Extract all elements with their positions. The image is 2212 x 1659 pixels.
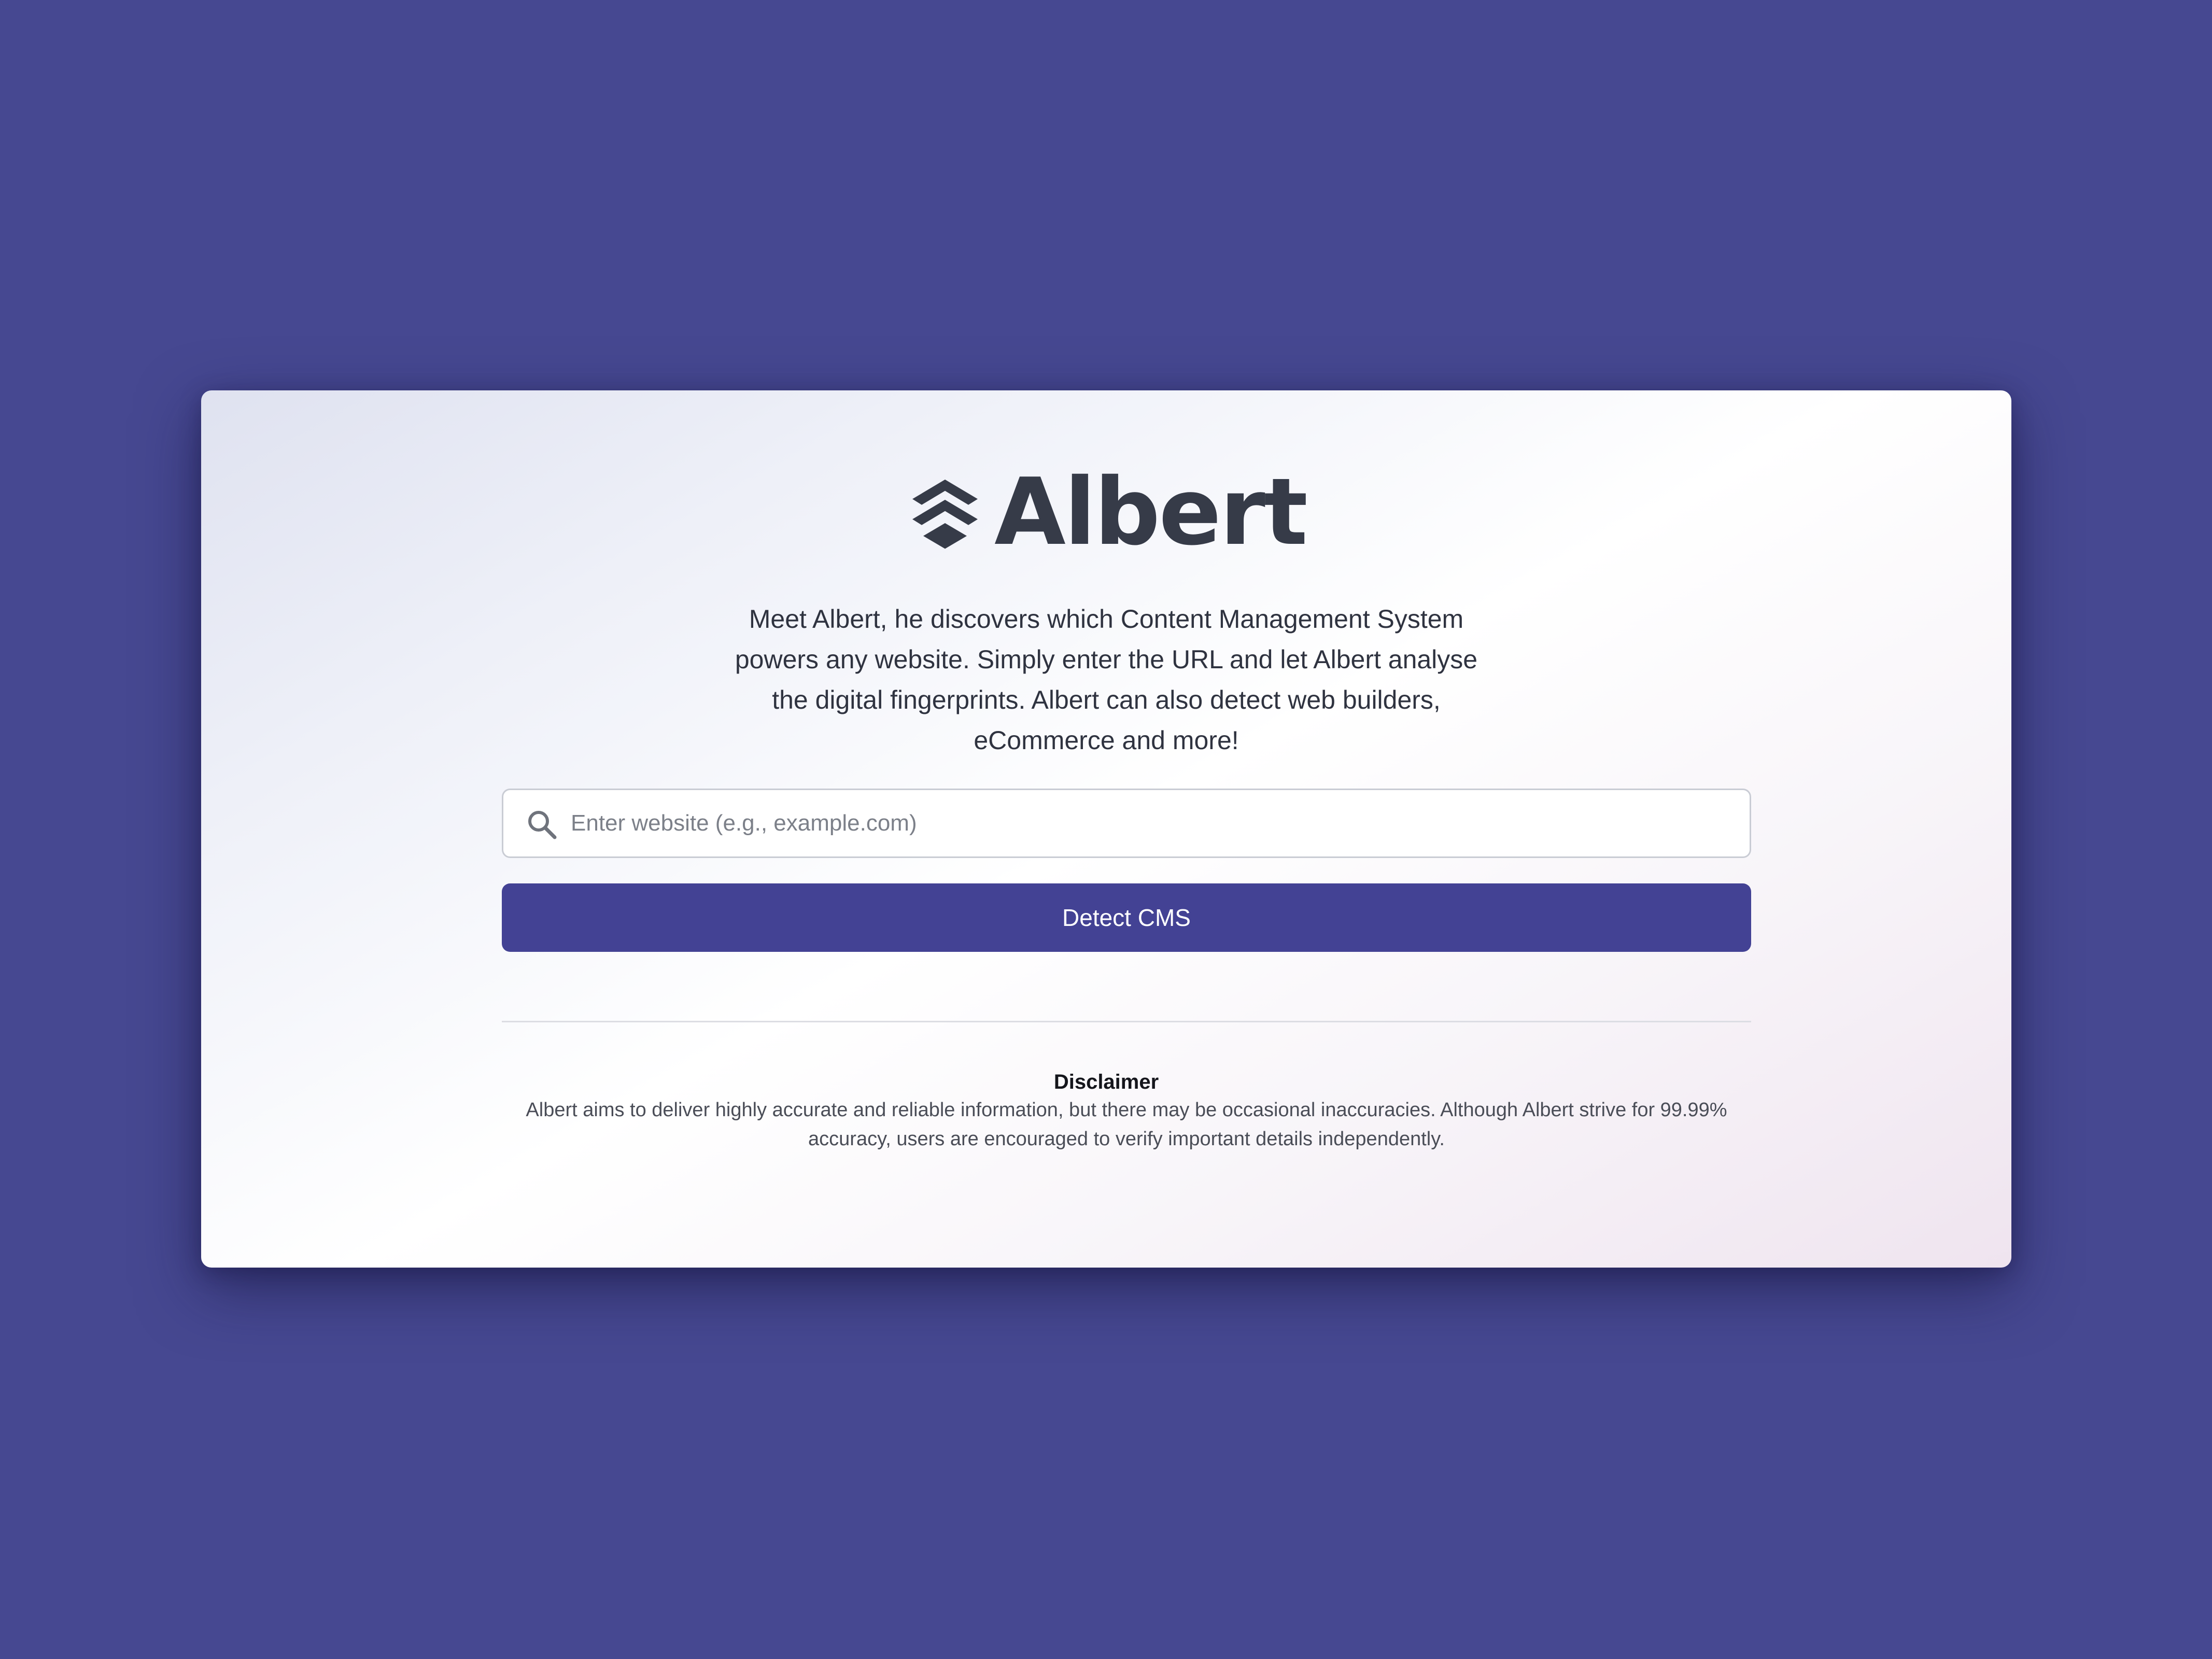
albert-logo: Albert [201,466,2011,558]
disclaimer-text: Albert aims to deliver highly accurate a… [526,1099,1727,1150]
disclaimer-title: Disclaimer [1053,1071,1159,1093]
search-field[interactable] [502,789,1751,858]
intro-text: Meet Albert, he discovers which Content … [735,604,1478,755]
search-icon [528,811,557,839]
detect-cms-button[interactable]: Detect CMS [502,883,1751,952]
divider [502,1021,1751,1022]
stacked-layers-icon [912,479,978,549]
brand-name: Albert [994,458,1308,566]
main-card: Albert Meet Albert, he discovers which C… [201,390,2011,1268]
website-input[interactable] [571,790,1734,856]
